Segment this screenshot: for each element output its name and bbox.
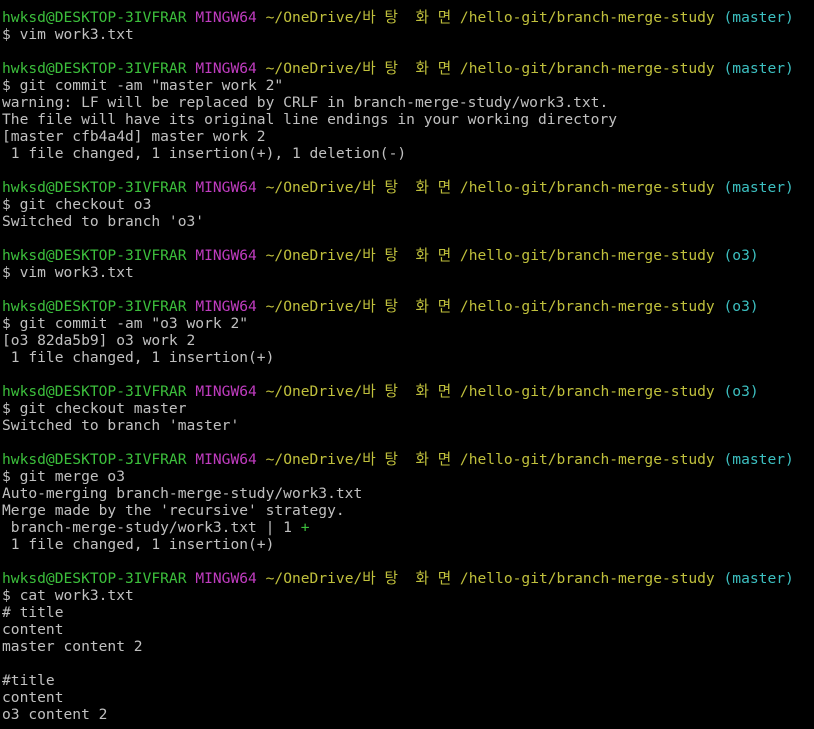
prompt-system: MINGW64	[195, 383, 257, 400]
output-line: # title	[2, 604, 64, 621]
prompt-line: hwksd@DESKTOP-3IVFRAR MINGW64 ~/OneDrive…	[2, 570, 814, 587]
prompt-user-host: hwksd@DESKTOP-3IVFRAR	[2, 247, 187, 264]
prompt-line: hwksd@DESKTOP-3IVFRAR MINGW64 ~/OneDrive…	[2, 60, 814, 77]
output-line: #title	[2, 672, 55, 689]
prompt-line: hwksd@DESKTOP-3IVFRAR MINGW64 ~/OneDrive…	[2, 247, 814, 264]
output-line: The file will have its original line end…	[2, 111, 618, 128]
output-line: Switched to branch 'o3'	[2, 213, 205, 230]
prompt-line: hwksd@DESKTOP-3IVFRAR MINGW64 ~/OneDrive…	[2, 451, 814, 468]
output-line: o3 content 2	[2, 706, 108, 723]
output-line: [o3 82da5b9] o3 work 2	[2, 332, 196, 349]
prompt-user-host: hwksd@DESKTOP-3IVFRAR	[2, 383, 187, 400]
command-line: $ git commit -am "o3 work 2"	[2, 315, 249, 332]
prompt-branch: (o3)	[723, 298, 759, 315]
command-line: $ git checkout o3	[2, 196, 152, 213]
prompt-branch: (o3)	[723, 383, 759, 400]
command-line: $ git checkout master	[2, 400, 187, 417]
prompt-path: ~/OneDrive/바 탕 화 면 /hello-git/branch-mer…	[265, 298, 715, 315]
prompt-user-host: hwksd@DESKTOP-3IVFRAR	[2, 570, 187, 587]
prompt-path: ~/OneDrive/바 탕 화 면 /hello-git/branch-mer…	[265, 383, 715, 400]
output-line: branch-merge-study/work3.txt | 1 +	[2, 519, 814, 536]
prompt-branch: (master)	[723, 570, 794, 587]
prompt-system: MINGW64	[195, 298, 257, 315]
prompt-path: ~/OneDrive/바 탕 화 면 /hello-git/branch-mer…	[265, 179, 715, 196]
prompt-user-host: hwksd@DESKTOP-3IVFRAR	[2, 179, 187, 196]
prompt-user-host: hwksd@DESKTOP-3IVFRAR	[2, 9, 187, 26]
output-line: [master cfb4a4d] master work 2	[2, 128, 266, 145]
output-line: content	[2, 621, 64, 638]
output-line: content	[2, 689, 64, 706]
prompt-system: MINGW64	[195, 60, 257, 77]
prompt-path: ~/OneDrive/바 탕 화 면 /hello-git/branch-mer…	[265, 9, 715, 26]
prompt-system: MINGW64	[195, 451, 257, 468]
prompt-line: hwksd@DESKTOP-3IVFRAR MINGW64 ~/OneDrive…	[2, 298, 814, 315]
output-line: 1 file changed, 1 insertion(+)	[2, 536, 275, 553]
command-line: $ git merge o3	[2, 468, 126, 485]
prompt-path: ~/OneDrive/바 탕 화 면 /hello-git/branch-mer…	[265, 451, 715, 468]
prompt-path: ~/OneDrive/바 탕 화 면 /hello-git/branch-mer…	[265, 247, 715, 264]
output-line: 1 file changed, 1 insertion(+)	[2, 349, 275, 366]
diffstat-plus: +	[300, 519, 310, 536]
prompt-line: hwksd@DESKTOP-3IVFRAR MINGW64 ~/OneDrive…	[2, 9, 814, 26]
prompt-system: MINGW64	[195, 570, 257, 587]
command-line: $ cat work3.txt	[2, 587, 134, 604]
prompt-system: MINGW64	[195, 247, 257, 264]
output-line: Auto-merging branch-merge-study/work3.tx…	[2, 485, 363, 502]
command-line: $ vim work3.txt	[2, 26, 134, 43]
terminal-window[interactable]: hwksd@DESKTOP-3IVFRAR MINGW64 ~/OneDrive…	[0, 0, 814, 729]
diffstat-text: branch-merge-study/work3.txt | 1	[2, 519, 301, 536]
prompt-user-host: hwksd@DESKTOP-3IVFRAR	[2, 298, 187, 315]
command-line: $ git commit -am "master work 2"	[2, 77, 284, 94]
prompt-path: ~/OneDrive/바 탕 화 면 /hello-git/branch-mer…	[265, 570, 715, 587]
prompt-branch: (master)	[723, 60, 794, 77]
output-line: master content 2	[2, 638, 143, 655]
prompt-branch: (master)	[723, 9, 794, 26]
prompt-system: MINGW64	[195, 9, 257, 26]
prompt-branch: (master)	[723, 179, 794, 196]
output-line: 1 file changed, 1 insertion(+), 1 deleti…	[2, 145, 407, 162]
prompt-line: hwksd@DESKTOP-3IVFRAR MINGW64 ~/OneDrive…	[2, 383, 814, 400]
prompt-user-host: hwksd@DESKTOP-3IVFRAR	[2, 60, 187, 77]
prompt-user-host: hwksd@DESKTOP-3IVFRAR	[2, 451, 187, 468]
command-line: $ vim work3.txt	[2, 264, 134, 281]
output-line: Merge made by the 'recursive' strategy.	[2, 502, 345, 519]
prompt-path: ~/OneDrive/바 탕 화 면 /hello-git/branch-mer…	[265, 60, 715, 77]
prompt-branch: (master)	[723, 451, 794, 468]
output-line: Switched to branch 'master'	[2, 417, 240, 434]
prompt-line: hwksd@DESKTOP-3IVFRAR MINGW64 ~/OneDrive…	[2, 179, 814, 196]
output-line: warning: LF will be replaced by CRLF in …	[2, 94, 609, 111]
prompt-system: MINGW64	[195, 179, 257, 196]
prompt-branch: (o3)	[723, 247, 759, 264]
